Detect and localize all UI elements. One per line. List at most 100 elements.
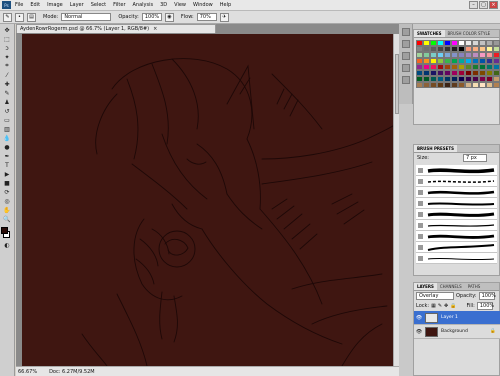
brush-preset-item[interactable]	[416, 209, 497, 220]
brush-preset-item[interactable]	[416, 198, 497, 209]
menu-view[interactable]: View	[174, 2, 186, 8]
opacity-input[interactable]: 100%	[141, 13, 162, 21]
swatch-cell[interactable]	[486, 82, 493, 88]
brush-tool-preset-icon[interactable]: ✎	[3, 12, 12, 22]
blend-mode-select[interactable]: Overlay	[416, 292, 454, 300]
brush-preset-item[interactable]	[416, 220, 497, 231]
swatch-cell[interactable]	[437, 82, 444, 88]
menu-file[interactable]: File	[15, 2, 23, 8]
eye-icon[interactable]: 👁	[416, 315, 422, 321]
lock-pixels-icon[interactable]: ✎	[438, 303, 442, 309]
close-button[interactable]: ×	[489, 1, 498, 9]
hand-tool-icon[interactable]: ✋	[3, 206, 12, 214]
swatch-cell[interactable]	[444, 82, 451, 88]
menu-filter[interactable]: Filter	[113, 2, 125, 8]
eyedropper-tool-icon[interactable]: ⁄	[3, 71, 12, 79]
menu-window[interactable]: Window	[193, 2, 213, 8]
marquee-tool-icon[interactable]: ⬚	[3, 35, 12, 43]
history-brush-tool-icon[interactable]: ↺	[3, 107, 12, 115]
menu-3d[interactable]: 3D	[160, 2, 167, 8]
swatch-cell[interactable]	[451, 82, 458, 88]
shape-tool-icon[interactable]: ■	[3, 179, 12, 187]
type-tool-icon[interactable]: T	[3, 161, 12, 169]
flow-input[interactable]: 70%	[196, 13, 217, 21]
pressure-opacity-icon[interactable]: ◉	[164, 12, 174, 22]
lock-all-icon[interactable]: 🔒	[450, 303, 456, 309]
menu-edit[interactable]: Edit	[30, 2, 40, 8]
eraser-tool-icon[interactable]: ▭	[3, 116, 12, 124]
tab-paths[interactable]: PATHS	[465, 283, 484, 290]
actions-panel-icon[interactable]	[401, 40, 410, 48]
zoom-level[interactable]: 66.67%	[18, 369, 37, 375]
move-tool-icon[interactable]: ✥	[3, 26, 12, 34]
info-panel-icon[interactable]	[401, 52, 410, 60]
brush-preset-item[interactable]	[416, 187, 497, 198]
lock-transparency-icon[interactable]: ▦	[431, 303, 436, 309]
pen-tool-icon[interactable]: ✒	[3, 152, 12, 160]
layer-row-layer-1[interactable]: 👁 Layer 1	[414, 311, 500, 325]
tab-channels[interactable]: CHANNELS	[437, 283, 465, 290]
lock-position-icon[interactable]: ✥	[444, 303, 448, 309]
menu-layer[interactable]: Layer	[70, 2, 84, 8]
quick-mask-icon[interactable]: ◐	[3, 241, 12, 249]
eye-icon[interactable]: 👁	[416, 329, 422, 335]
crop-tool-icon[interactable]: ⌗	[3, 62, 12, 70]
brush-preset-item[interactable]	[416, 231, 497, 242]
swatch-cell[interactable]	[423, 82, 430, 88]
swatch-cell[interactable]	[493, 82, 500, 88]
layer-opacity-input[interactable]: 100%	[478, 292, 496, 300]
navigator-panel-icon[interactable]	[401, 76, 410, 84]
swatch-cell[interactable]	[472, 82, 479, 88]
swatch-cell[interactable]	[465, 82, 472, 88]
tab-swatches[interactable]: SWATCHES	[414, 30, 445, 37]
3d-orbit-tool-icon[interactable]: ◎	[3, 197, 12, 205]
3d-rotate-tool-icon[interactable]: ⟳	[3, 188, 12, 196]
foreground-color-swatch[interactable]	[1, 227, 8, 234]
healing-brush-tool-icon[interactable]: ✚	[3, 80, 12, 88]
dodge-tool-icon[interactable]: ●	[3, 143, 12, 151]
tab-layers[interactable]: LAYERS	[414, 283, 437, 290]
maximize-button[interactable]: ▢	[479, 1, 488, 9]
zoom-tool-icon[interactable]: 🔍	[3, 215, 12, 223]
swatch-cell[interactable]	[416, 82, 423, 88]
lock-row: Lock: ▦ ✎ ✥ 🔒 Fill: 100%	[414, 301, 499, 311]
airbrush-icon[interactable]: ✈	[219, 12, 229, 22]
menu-analysis[interactable]: Analysis	[133, 2, 154, 8]
brush-stroke-preview	[427, 190, 495, 195]
gradient-tool-icon[interactable]: ▥	[3, 125, 12, 133]
document-info[interactable]: Doc: 6.27M/9.52M	[49, 369, 95, 375]
quick-select-tool-icon[interactable]: ✦	[3, 53, 12, 61]
fill-input[interactable]: 100%	[476, 302, 494, 310]
lock-icon: 🔒	[490, 329, 496, 334]
swatch-cell[interactable]	[479, 82, 486, 88]
swatch-cell[interactable]	[458, 82, 465, 88]
minimize-button[interactable]: –	[469, 1, 478, 9]
adjustments-panel-icon[interactable]	[401, 64, 410, 72]
canvas[interactable]	[22, 34, 399, 366]
brush-picker-icon[interactable]: •	[15, 12, 24, 22]
brush-size-input[interactable]: 7 px	[462, 154, 487, 162]
history-panel-icon[interactable]	[401, 28, 410, 36]
path-select-tool-icon[interactable]: ▶	[3, 170, 12, 178]
swatch-cell[interactable]	[430, 82, 437, 88]
brush-preset-item[interactable]	[416, 176, 497, 187]
document-close-icon[interactable]: ×	[153, 26, 157, 32]
document-tab[interactable]: AydenRowrRogerm.psd @ 66.7% (Layer 1, RG…	[16, 24, 216, 33]
tab-styles[interactable]: BRUSH COLOR STYLE	[445, 30, 494, 37]
mode-select[interactable]: Normal	[61, 13, 112, 21]
brush-preset-item[interactable]	[416, 242, 497, 253]
tab-brush-presets[interactable]: BRUSH PRESETS	[414, 145, 457, 152]
blur-tool-icon[interactable]: 💧	[3, 134, 12, 142]
layer-row-background[interactable]: 👁 Background 🔒	[414, 325, 500, 339]
brush-tool-icon[interactable]: ✎	[3, 89, 12, 97]
brush-preset-item[interactable]	[416, 253, 497, 264]
menu-image[interactable]: Image	[47, 2, 63, 8]
brush-stroke-preview	[427, 201, 495, 206]
brush-panel-toggle-icon[interactable]: ▤	[27, 12, 36, 22]
menu-select[interactable]: Select	[91, 2, 106, 8]
brush-preset-item[interactable]	[416, 165, 497, 176]
lasso-tool-icon[interactable]: ↄ	[3, 44, 12, 52]
photoshop-logo-icon[interactable]: Ps	[2, 1, 11, 9]
clone-stamp-tool-icon[interactable]: ♟	[3, 98, 12, 106]
menu-help[interactable]: Help	[220, 2, 231, 8]
